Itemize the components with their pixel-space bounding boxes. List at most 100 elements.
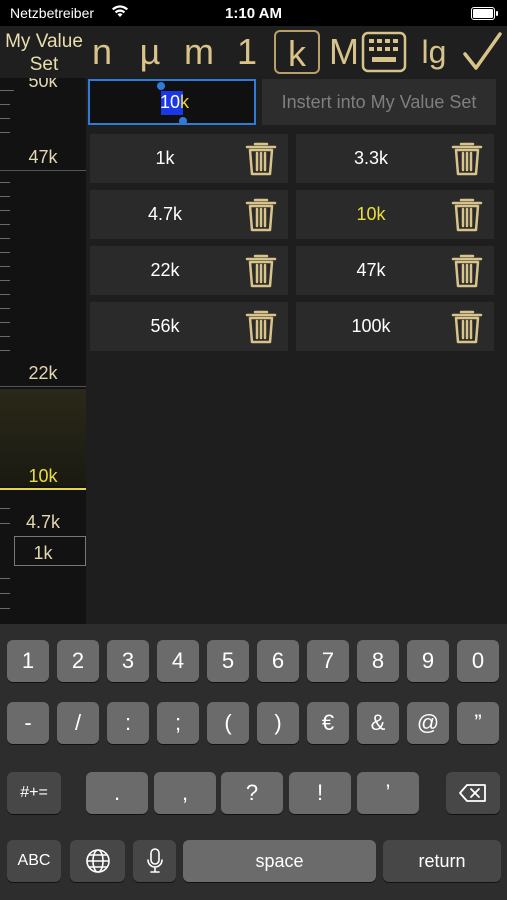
page-title: My Value Set — [0, 30, 88, 76]
selection-handle-end[interactable] — [179, 117, 187, 125]
value-cell[interactable]: 47k — [296, 246, 494, 295]
key-slash[interactable]: / — [57, 702, 99, 744]
key-euro[interactable]: € — [307, 702, 349, 744]
value-label: 1k — [155, 148, 175, 168]
key-0[interactable]: 0 — [457, 640, 499, 682]
title-line-1: My Value — [5, 31, 83, 52]
ruler-label: 50k — [28, 78, 58, 91]
key-at[interactable]: @ — [407, 702, 449, 744]
unit-nano-button[interactable]: n — [88, 30, 116, 74]
delete-key[interactable] — [446, 772, 500, 814]
value-cell-active[interactable]: 10k — [296, 190, 494, 239]
unit-toolbar: My Value Set n µ m 1 k M lg — [0, 26, 507, 78]
key-ampersand[interactable]: & — [357, 702, 399, 744]
battery-icon — [471, 7, 498, 20]
value-cell[interactable]: 56k — [90, 302, 288, 351]
value-cell[interactable]: 3.3k — [296, 134, 494, 183]
value-cell[interactable]: 4.7k — [90, 190, 288, 239]
microphone-icon — [146, 848, 163, 873]
ruler-tick — [0, 118, 10, 119]
unit-micro-button[interactable]: µ — [134, 30, 166, 74]
key-3[interactable]: 3 — [107, 640, 149, 682]
key-9[interactable]: 9 — [407, 640, 449, 682]
key-4[interactable]: 4 — [157, 640, 199, 682]
ruler-line — [0, 170, 86, 171]
key-1[interactable]: 1 — [7, 640, 49, 682]
trash-icon[interactable] — [242, 250, 280, 290]
ruler-tick — [0, 593, 10, 594]
abc-key[interactable]: ABC — [7, 840, 61, 882]
key-question[interactable]: ? — [221, 772, 283, 814]
ruler-label: 4.7k — [25, 512, 61, 532]
ruler-tick — [0, 104, 10, 105]
trash-icon[interactable] — [448, 306, 486, 346]
value-ruler[interactable]: 50k 47k 22k 10k 4.7k 1k — [0, 78, 86, 624]
key-5[interactable]: 5 — [207, 640, 249, 682]
selection-handle-start[interactable] — [157, 82, 165, 90]
ruler-current-label: 10k — [28, 466, 58, 486]
more-symbols-key[interactable]: #+= — [7, 772, 61, 814]
unit-milli-button[interactable]: m — [181, 30, 217, 74]
unit-one-button[interactable]: 1 — [233, 30, 261, 74]
key-close-paren[interactable]: ) — [257, 702, 299, 744]
trash-icon[interactable] — [448, 138, 486, 178]
ruler-current-marker — [0, 488, 86, 490]
ruler-tick — [0, 322, 10, 323]
ruler-tick — [0, 294, 10, 295]
ruler-tick — [0, 252, 10, 253]
value-label: 4.7k — [147, 204, 183, 224]
clock: 1:10 AM — [225, 5, 282, 22]
log-scale-button[interactable]: lg — [415, 30, 453, 74]
value-label: 56k — [150, 316, 180, 336]
value-digits: 10 — [160, 92, 181, 112]
value-cell[interactable]: 1k — [90, 134, 288, 183]
title-line-2: Set — [29, 54, 59, 75]
return-key[interactable]: return — [383, 840, 501, 882]
key-semicolon[interactable]: ; — [157, 702, 199, 744]
ruler-tick — [0, 266, 10, 267]
insert-into-set-button[interactable]: Instert into My Value Set — [262, 79, 496, 125]
key-8[interactable]: 8 — [357, 640, 399, 682]
value-input-text: 10k — [160, 92, 189, 113]
key-7[interactable]: 7 — [307, 640, 349, 682]
trash-icon[interactable] — [448, 194, 486, 234]
globe-key[interactable] — [70, 840, 125, 882]
ruler-tick — [0, 508, 10, 509]
key-2[interactable]: 2 — [57, 640, 99, 682]
ruler-tick — [0, 224, 10, 225]
key-quote[interactable]: ” — [457, 702, 499, 744]
trash-icon[interactable] — [242, 194, 280, 234]
value-input[interactable]: 10k — [88, 79, 256, 125]
space-key[interactable]: space — [183, 840, 376, 882]
ruler-tick — [0, 578, 10, 579]
ruler-tick — [0, 210, 10, 211]
trash-icon[interactable] — [242, 306, 280, 346]
key-comma[interactable]: , — [154, 772, 216, 814]
key-period[interactable]: . — [86, 772, 148, 814]
unit-kilo-button[interactable]: k — [274, 30, 320, 74]
keyboard: 1 2 3 4 5 6 7 8 9 0 - / : ; ( ) € & @ ” … — [0, 624, 507, 900]
ruler-tick — [0, 238, 10, 239]
checkmark-icon[interactable] — [460, 30, 504, 74]
keyboard-icon[interactable] — [360, 30, 408, 74]
ruler-line — [0, 386, 86, 387]
unit-mega-button[interactable]: M — [328, 30, 360, 74]
key-6[interactable]: 6 — [257, 640, 299, 682]
ruler-tick — [0, 350, 10, 351]
key-apostrophe[interactable]: ’ — [357, 772, 419, 814]
trash-icon[interactable] — [448, 250, 486, 290]
dictation-key[interactable] — [133, 840, 176, 882]
key-open-paren[interactable]: ( — [207, 702, 249, 744]
ruler-tick — [0, 132, 10, 133]
ruler-tick — [0, 308, 10, 309]
key-exclamation[interactable]: ! — [289, 772, 351, 814]
key-colon[interactable]: : — [107, 702, 149, 744]
value-label: 47k — [356, 260, 386, 280]
status-bar: Netzbetreiber 1:10 AM — [0, 0, 507, 26]
value-cell[interactable]: 100k — [296, 302, 494, 351]
ruler-label: 22k — [28, 363, 58, 383]
key-hyphen[interactable]: - — [7, 702, 49, 744]
value-cell[interactable]: 22k — [90, 246, 288, 295]
ruler-tick — [0, 280, 10, 281]
trash-icon[interactable] — [242, 138, 280, 178]
